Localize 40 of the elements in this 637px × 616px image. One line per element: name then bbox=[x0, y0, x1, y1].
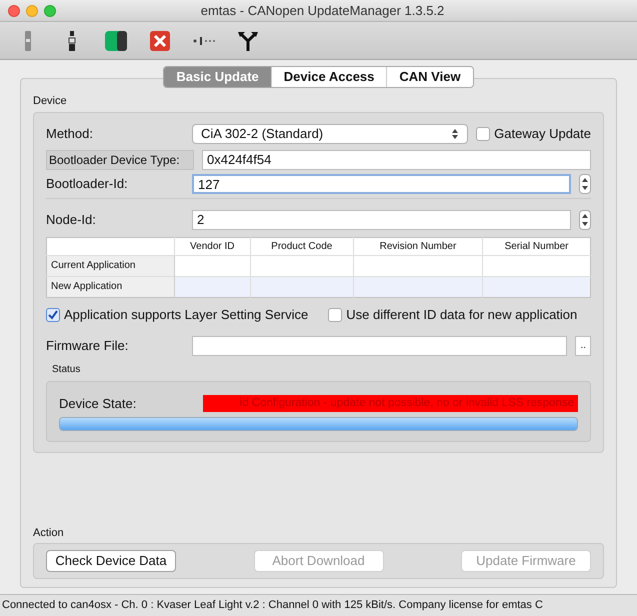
row-header: Current Application bbox=[46, 255, 174, 276]
group-title: Status bbox=[51, 362, 82, 376]
browse-button[interactable]: .. bbox=[575, 336, 591, 356]
field-label: Firmware File: bbox=[46, 336, 130, 355]
zoom-window-button[interactable] bbox=[44, 4, 56, 16]
stepper[interactable] bbox=[579, 174, 591, 194]
tab[interactable]: Device Access bbox=[270, 67, 386, 87]
table-row[interactable]: New Application bbox=[46, 276, 590, 297]
checkbox[interactable] bbox=[328, 308, 342, 322]
option-checkbox-label[interactable]: Application supports Layer Setting Service bbox=[46, 304, 308, 324]
field-label: Bootloader-Id: bbox=[46, 175, 129, 194]
close-icon[interactable] bbox=[148, 28, 172, 52]
up-down-arrows-icon bbox=[581, 212, 589, 228]
input-field[interactable]: 127 bbox=[192, 174, 571, 194]
window-title: emtas - CANopen UpdateManager 1.3.5.2 bbox=[200, 2, 446, 20]
stepper[interactable] bbox=[579, 210, 591, 230]
tab[interactable]: CAN View bbox=[386, 67, 473, 87]
input-field[interactable]: 0x424f4f54 bbox=[202, 150, 591, 170]
up-down-arrows-icon bbox=[581, 176, 589, 192]
field-label: Method: bbox=[46, 124, 94, 143]
action-button[interactable]: Check Device Data bbox=[46, 550, 176, 572]
close-window-button[interactable] bbox=[8, 4, 20, 16]
chevron-icon bbox=[451, 128, 460, 140]
table-row[interactable]: Current Application bbox=[46, 255, 590, 276]
group-title: Action bbox=[33, 526, 65, 540]
method-dropdown[interactable]: CiA 302-2 (Standard) bbox=[192, 124, 468, 144]
gateway-checkbox-label[interactable]: Gateway Update bbox=[476, 124, 591, 144]
status-text: Connected to can4osx - Ch. 0 : Kvaser Leaf Light v.2 : Channel 0 with 125 kBit/s. Company license for emtas C bbox=[2, 598, 543, 614]
device-state-value: id Configuration - update not possible, no or invalid LSS response bbox=[203, 394, 578, 412]
row-header: New Application bbox=[46, 276, 174, 297]
input-field[interactable] bbox=[192, 336, 568, 356]
input-field[interactable]: 2 bbox=[192, 210, 571, 230]
checkbox[interactable] bbox=[46, 308, 60, 322]
field-label: Bootloader Device Type: bbox=[46, 150, 194, 170]
checkbox[interactable] bbox=[476, 126, 490, 140]
field-label: Node-Id: bbox=[46, 210, 97, 229]
group-title: Device bbox=[33, 94, 68, 109]
option-checkbox-label[interactable]: Use different ID data for new application bbox=[328, 304, 578, 324]
signal-icon[interactable] bbox=[192, 34, 216, 46]
field-label: Device State: bbox=[59, 394, 138, 412]
